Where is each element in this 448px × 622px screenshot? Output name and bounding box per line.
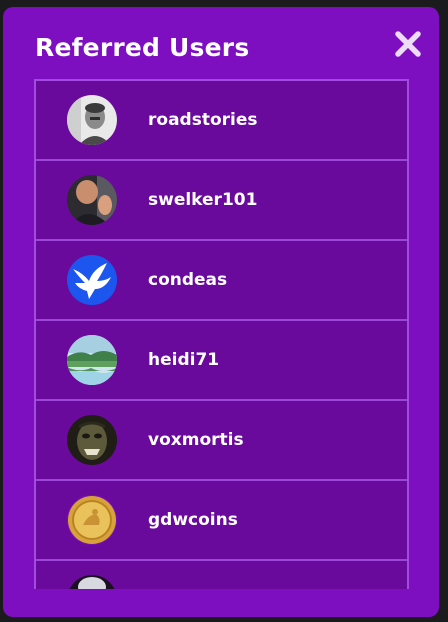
list-item[interactable]: condeas xyxy=(36,241,407,321)
list-item[interactable]: roadstories xyxy=(36,81,407,161)
avatar xyxy=(67,175,117,225)
referred-users-list[interactable]: roadstories swelker101 condeas heidi71 v… xyxy=(34,79,409,589)
list-item[interactable]: swelker101 xyxy=(36,161,407,241)
avatar xyxy=(67,495,117,545)
list-item[interactable] xyxy=(36,561,407,589)
username[interactable]: swelker101 xyxy=(148,188,257,212)
list-item[interactable]: gdwcoins xyxy=(36,481,407,561)
avatar xyxy=(67,415,117,465)
list-item[interactable]: heidi71 xyxy=(36,321,407,401)
close-icon xyxy=(395,31,421,57)
username[interactable]: heidi71 xyxy=(148,348,219,372)
username[interactable]: voxmortis xyxy=(148,428,244,452)
avatar xyxy=(67,255,117,305)
avatar xyxy=(67,335,117,385)
username[interactable]: gdwcoins xyxy=(148,508,238,532)
modal-title: Referred Users xyxy=(35,33,250,62)
avatar xyxy=(67,95,117,145)
referred-users-modal: Referred Users roadstories swelker101 co… xyxy=(3,7,439,617)
username[interactable]: condeas xyxy=(148,268,227,292)
username[interactable]: roadstories xyxy=(148,108,258,132)
list-item[interactable]: voxmortis xyxy=(36,401,407,481)
avatar xyxy=(67,575,117,589)
close-button[interactable] xyxy=(393,29,423,59)
